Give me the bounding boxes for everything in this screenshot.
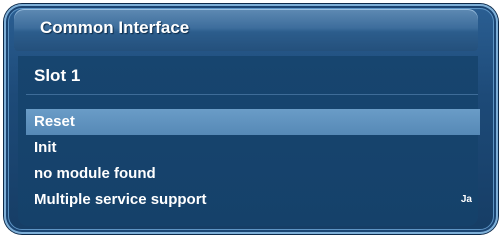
menu-item-init[interactable]: Init [26, 135, 480, 161]
menu-item-label: no module found [34, 165, 156, 182]
menu-item-no-module-found[interactable]: no module found [26, 161, 480, 187]
menu-item-reset[interactable]: Reset [26, 109, 480, 135]
menu-item-multiple-service-support[interactable]: Multiple service support Ja [26, 187, 480, 213]
slot-label: Slot 1 [34, 66, 81, 85]
option-value: Ja [460, 194, 472, 205]
menu-item-label: Multiple service support [34, 191, 207, 208]
dialog-title: Common Interface [40, 18, 190, 37]
menu-item-label: Init [34, 139, 57, 156]
menu-item-label: Reset [34, 113, 75, 130]
divider [26, 94, 478, 95]
